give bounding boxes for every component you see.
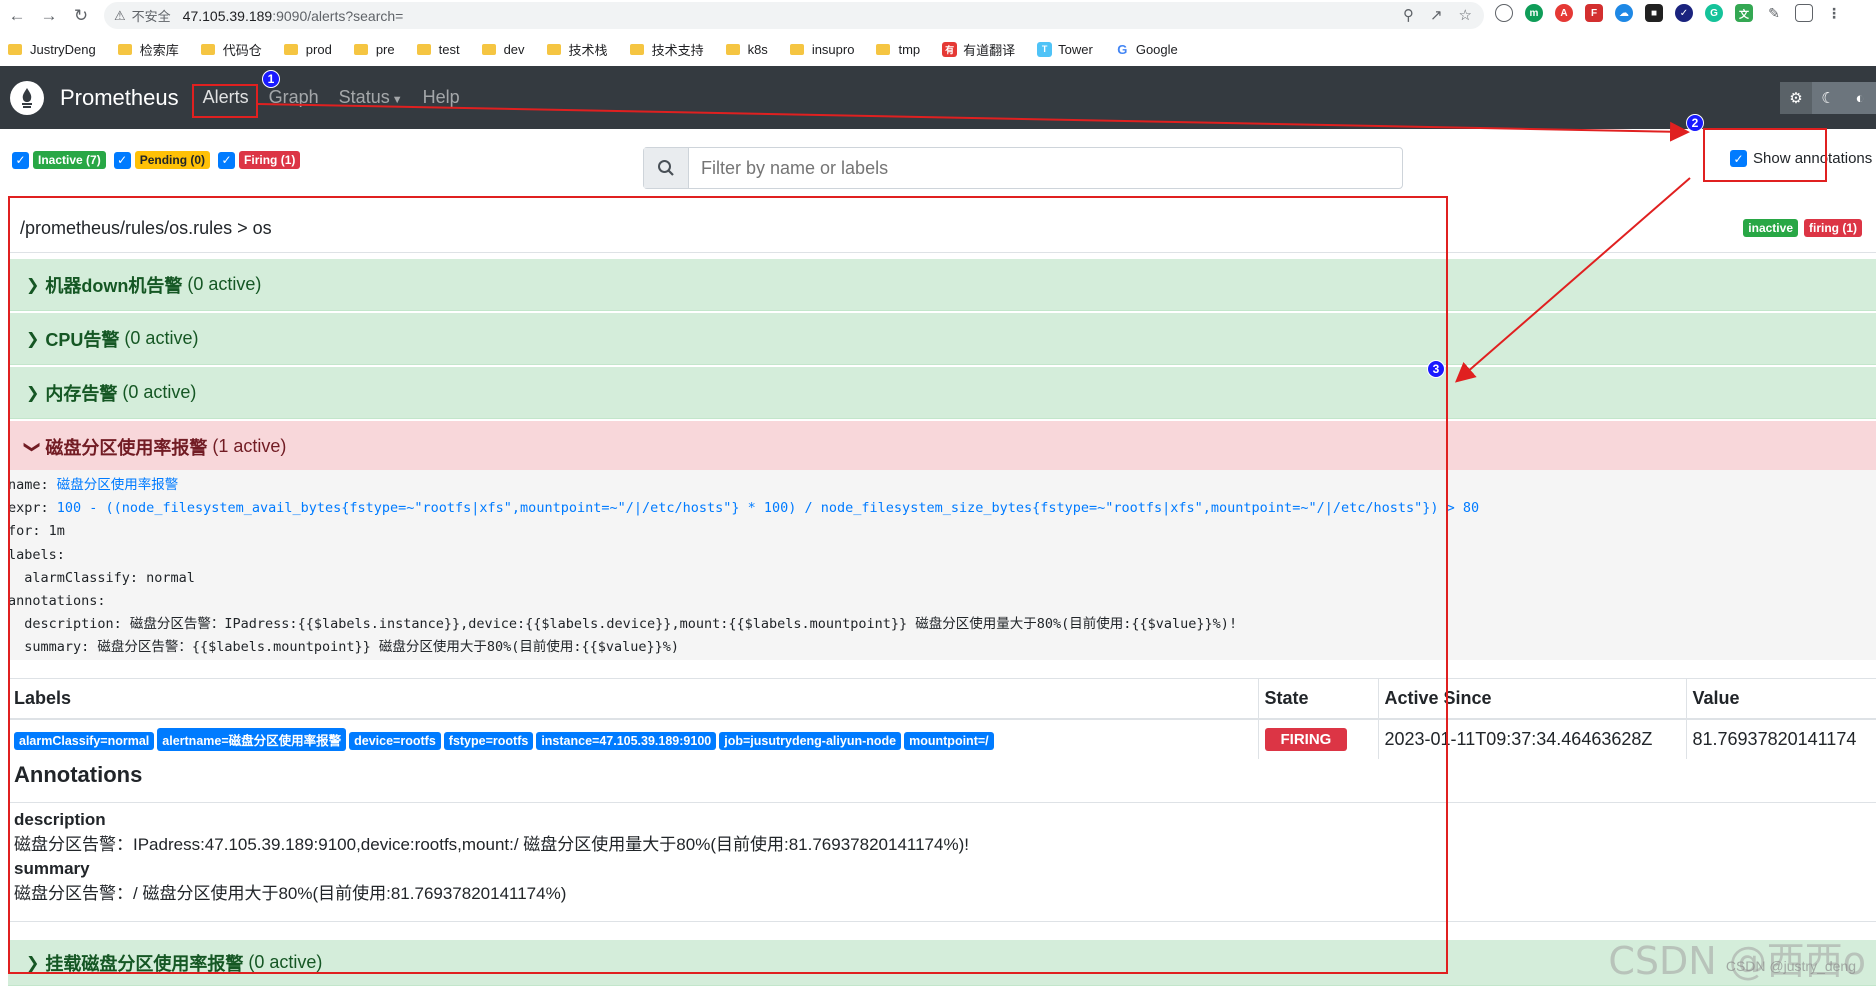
step-marker-3: 3: [1427, 360, 1445, 378]
step-marker-2: 2: [1686, 114, 1704, 132]
annotation-arrows: [257, 103, 1691, 383]
watermark-sub: CSDN @justry_deng: [1725, 958, 1856, 974]
arrow-1-to-2: [257, 103, 1690, 142]
arrow-2-to-3: [1454, 177, 1691, 383]
step-marker-1: 1: [262, 70, 280, 88]
